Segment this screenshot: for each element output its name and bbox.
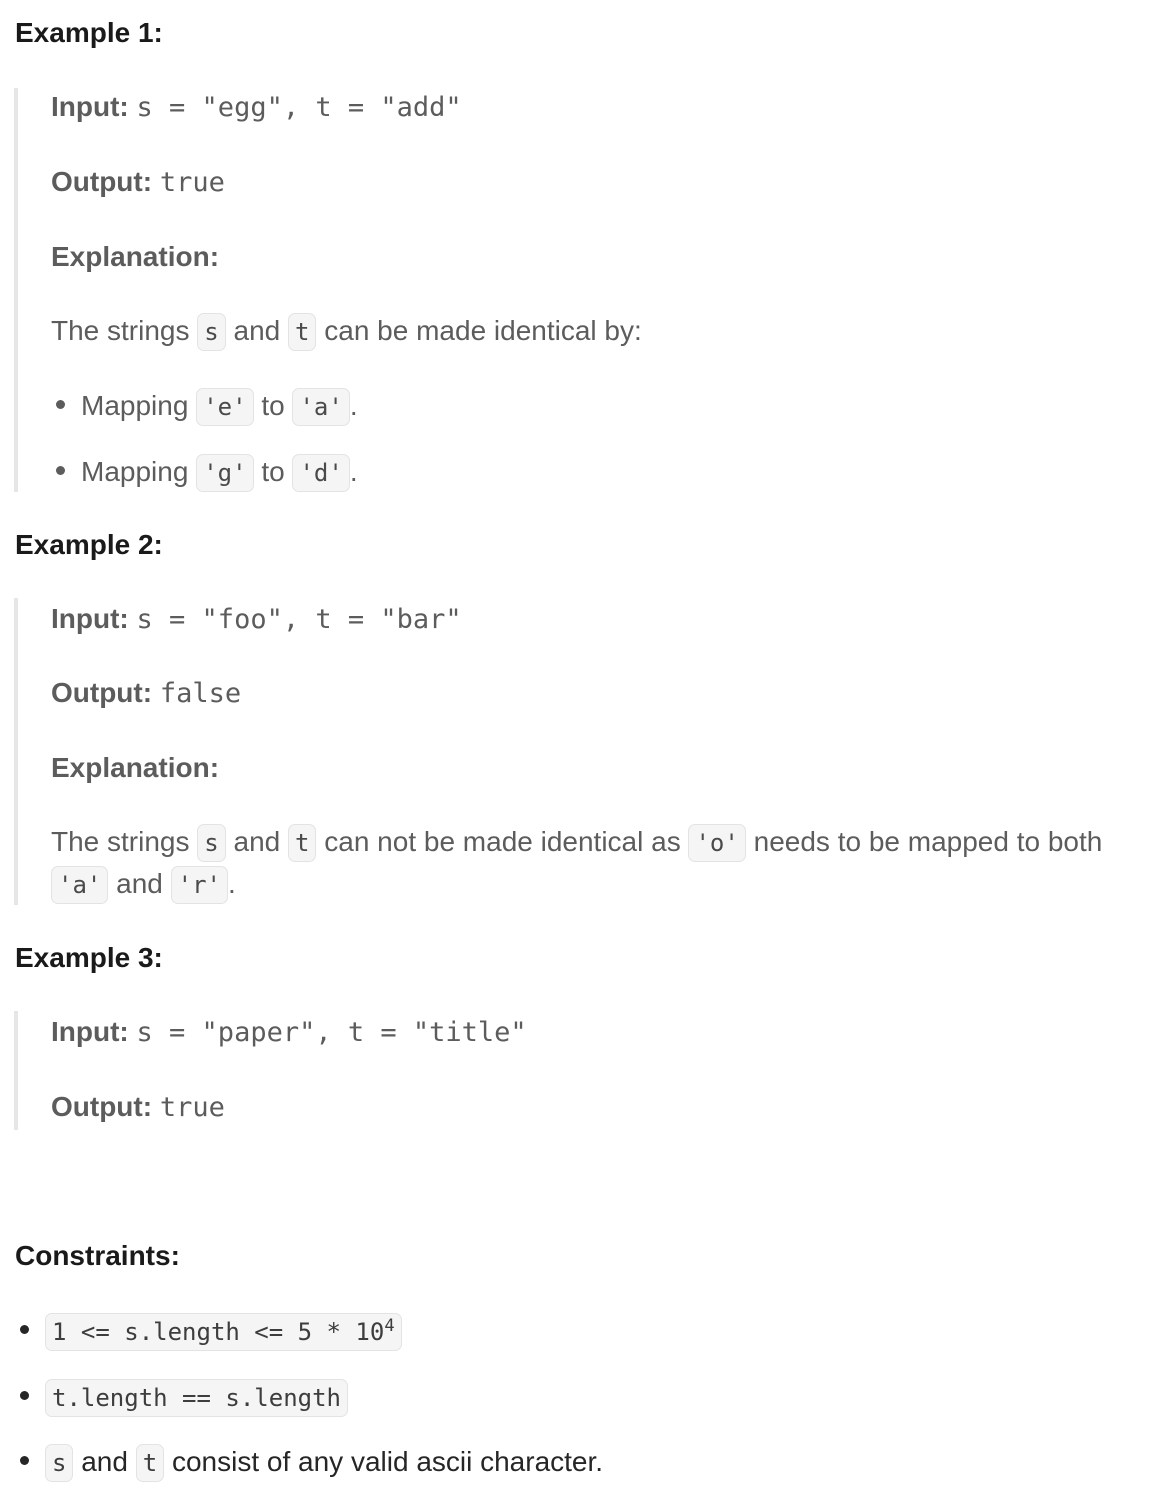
example-2-explanation-line-1: The strings s and t can not be made iden… xyxy=(51,824,1102,862)
constraint-item-2: t.length == s.length xyxy=(20,1379,348,1417)
example-3-quote-bar xyxy=(14,1011,18,1130)
inline-code: t xyxy=(135,1444,165,1482)
output-value: true xyxy=(159,1092,225,1123)
text: . xyxy=(228,868,236,899)
inline-code: 'a' xyxy=(292,388,350,426)
code-text: 1 <= s.length <= 5 * 10 xyxy=(52,1318,385,1346)
superscript: 4 xyxy=(384,1316,395,1336)
text: can not be made identical as xyxy=(324,826,681,857)
inline-code: 'e' xyxy=(196,388,254,426)
example-1-bullet-2: Mapping 'g' to 'd'. xyxy=(56,454,358,492)
constraint-item-1: 1 <= s.length <= 5 * 104 xyxy=(20,1313,402,1351)
text: can be made identical by: xyxy=(324,315,642,346)
example-1-explanation-label: Explanation: xyxy=(51,241,220,272)
text: and xyxy=(233,315,281,346)
example-2-input: Input: s = "foo", t = "bar" xyxy=(51,601,462,638)
constraint-item-3: s and t consist of any valid ascii chara… xyxy=(20,1444,603,1482)
example-2-explanation-label: Explanation: xyxy=(51,752,220,783)
text: and xyxy=(116,868,163,899)
example-3-heading: Example 3: xyxy=(15,942,163,973)
example-2-output: Output: false xyxy=(51,675,241,712)
example-1-input: Input: s = "egg", t = "add" xyxy=(51,89,462,126)
output-value: false xyxy=(159,678,242,709)
inline-code: t xyxy=(288,824,317,862)
text: and xyxy=(233,826,281,857)
text: The strings xyxy=(51,826,190,857)
bullet-icon xyxy=(20,1391,29,1401)
text: . xyxy=(349,390,358,421)
example-3-output: Output: true xyxy=(51,1089,225,1126)
output-label: Output: xyxy=(51,1091,153,1122)
text: Mapping xyxy=(81,390,189,421)
bullet-icon xyxy=(20,1456,29,1466)
example-1-quote-bar xyxy=(14,88,18,492)
example-2-heading: Example 2: xyxy=(15,529,163,560)
inline-code: 1 <= s.length <= 5 * 104 xyxy=(45,1313,402,1351)
example-2-quote-bar xyxy=(14,598,18,905)
input-value: s = "foo", t = "bar" xyxy=(136,604,462,635)
example-1-heading: Example 1: xyxy=(15,17,163,48)
input-label: Input: xyxy=(51,91,129,122)
example-3-input: Input: s = "paper", t = "title" xyxy=(51,1014,527,1051)
bullet-icon xyxy=(56,466,65,476)
bullet-icon xyxy=(56,400,65,410)
input-label: Input: xyxy=(51,603,129,634)
inline-code: s xyxy=(45,1444,74,1482)
output-label: Output: xyxy=(51,166,153,197)
output-value: true xyxy=(159,167,225,198)
text: . xyxy=(349,456,358,487)
text: needs to be mapped to both xyxy=(753,826,1103,857)
input-label: Input: xyxy=(51,1016,129,1047)
inline-code: t.length == s.length xyxy=(45,1379,348,1417)
example-1-bullet-1: Mapping 'e' to 'a'. xyxy=(56,388,358,426)
inline-code: 'a' xyxy=(51,866,109,904)
input-value: s = "egg", t = "add" xyxy=(136,92,462,123)
inline-code: s xyxy=(197,313,226,351)
text: consist of any valid ascii character. xyxy=(171,1446,604,1477)
constraints-heading: Constraints: xyxy=(15,1240,180,1271)
inline-code: t xyxy=(288,313,317,351)
example-2-explanation-line-2: 'a' and 'r'. xyxy=(51,866,236,904)
inline-code: 'r' xyxy=(170,866,228,904)
inline-code: 'd' xyxy=(292,454,350,492)
text: and xyxy=(81,1446,128,1477)
inline-code: s xyxy=(197,824,226,862)
text: to xyxy=(261,456,285,487)
example-1-output: Output: true xyxy=(51,164,225,201)
input-value: s = "paper", t = "title" xyxy=(136,1017,527,1048)
text: The strings xyxy=(51,315,190,346)
text: Mapping xyxy=(81,456,189,487)
example-1-explanation-text: The strings s and t can be made identica… xyxy=(51,313,642,351)
output-label: Output: xyxy=(51,677,153,708)
text: to xyxy=(261,390,285,421)
bullet-icon xyxy=(20,1325,29,1335)
inline-code: 'o' xyxy=(688,824,746,862)
inline-code: 'g' xyxy=(196,454,254,492)
